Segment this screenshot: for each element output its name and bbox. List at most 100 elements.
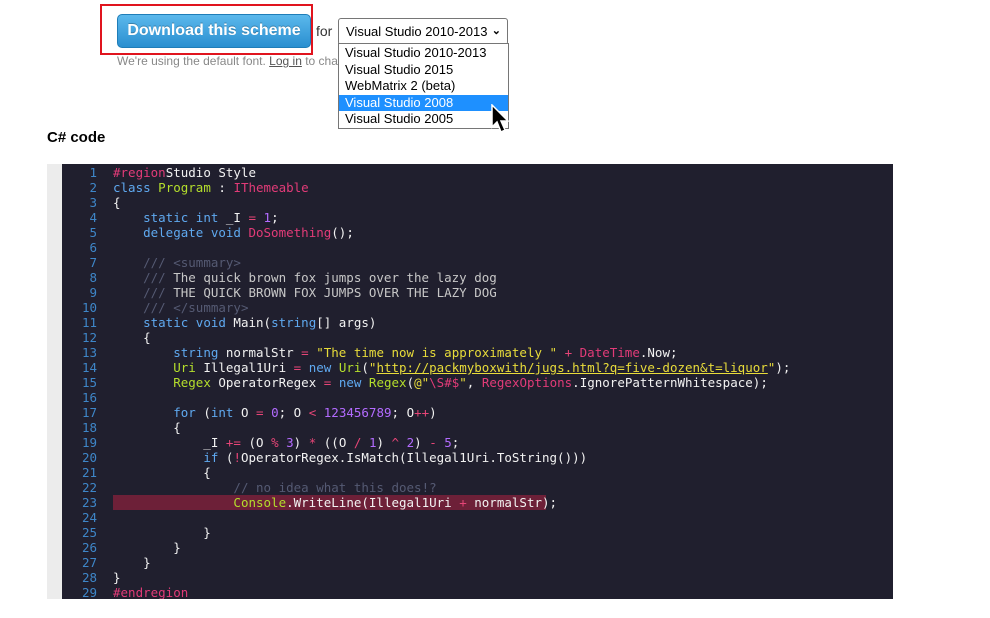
code-token: 5 <box>444 435 452 450</box>
code-token: THE QUICK BROWN FOX JUMPS OVER THE LAZY … <box>165 285 497 300</box>
dropdown-option[interactable]: Visual Studio 2015 <box>339 62 508 79</box>
code-line: 2 class Program : IThemeable <box>62 180 893 195</box>
code-text: if (!OperatorRegex.IsMatch(Illegal1Uri.T… <box>113 450 587 465</box>
code-token: + <box>564 345 573 360</box>
code-line: 24 <box>62 510 893 525</box>
code-line: 11 static void Main(string[] args) <box>62 315 893 330</box>
code-token: normalStr); <box>466 495 558 510</box>
code-line: 16 <box>62 390 893 405</box>
code-token: 2 <box>406 435 415 450</box>
code-token: = <box>248 210 257 225</box>
code-text: { <box>113 420 181 435</box>
code-token: int <box>210 405 234 420</box>
code-token: [] args) <box>316 315 377 330</box>
code-token: + <box>459 495 467 510</box>
line-number: 13 <box>81 345 97 360</box>
code-text: for (int O = 0; O < 123456789; O++) <box>113 405 436 420</box>
dropdown-option[interactable]: Visual Studio 2008 <box>339 94 508 111</box>
version-select[interactable]: Visual Studio 2010-2013 ⌄ <box>338 18 508 45</box>
code-token: } <box>113 555 151 570</box>
code-line: 12 { <box>62 330 893 345</box>
line-number: 1 <box>89 165 97 180</box>
code-token: ; <box>451 435 460 450</box>
code-token: static int <box>143 210 219 225</box>
line-number: 16 <box>81 390 97 405</box>
line-number: 14 <box>81 360 97 375</box>
line-number: 2 <box>89 180 97 195</box>
code-token: DoSomething <box>248 225 332 240</box>
line-number: 19 <box>81 435 97 450</box>
code-text: static void Main(string[] args) <box>113 315 376 330</box>
code-line: 21 { <box>62 465 893 480</box>
line-number: 26 <box>81 540 97 555</box>
code-text: } <box>113 525 211 540</box>
code-line: 5 delegate void DoSomething(); <box>62 225 893 240</box>
code-line: 9 /// THE QUICK BROWN FOX JUMPS OVER THE… <box>62 285 893 300</box>
code-text: #endregion <box>113 585 188 599</box>
code-token: ( <box>218 450 234 465</box>
code-token: static void <box>143 315 226 330</box>
font-note-text: We're using the default font. <box>117 54 266 68</box>
code-line: 8 /// The quick brown fox jumps over the… <box>62 270 893 285</box>
line-number: 5 <box>89 225 97 240</box>
line-number: 18 <box>81 420 97 435</box>
code-token: ++ <box>414 405 430 420</box>
line-number: 8 <box>89 270 97 285</box>
code-token: .IgnorePatternWhitespace); <box>572 375 768 390</box>
code-line: 10 /// </summary> <box>62 300 893 315</box>
code-token[interactable]: http://packmyboxwith/jugs.html?q=five-do… <box>376 360 767 375</box>
download-scheme-button[interactable]: Download this scheme <box>117 14 311 48</box>
code-line: 7 /// <summary> <box>62 255 893 270</box>
code-text: Uri Illegal1Uri = new Uri("http://packmy… <box>113 360 790 375</box>
code-token: #endregion <box>113 585 189 599</box>
code-token: for <box>173 405 196 420</box>
line-number: 21 <box>81 465 97 480</box>
code-token: new <box>338 375 362 390</box>
dropdown-option[interactable]: Visual Studio 2005 <box>339 111 508 128</box>
code-token: ) <box>414 435 430 450</box>
code-token: ^ <box>391 435 400 450</box>
line-number: 6 <box>89 240 97 255</box>
dropdown-option[interactable]: WebMatrix 2 (beta) <box>339 78 508 95</box>
line-number: 23 <box>81 495 97 510</box>
code-text: /// </summary> <box>113 300 248 315</box>
code-token: { <box>113 330 151 345</box>
version-dropdown-list[interactable]: Visual Studio 2010-2013 Visual Studio 201… <box>338 43 509 129</box>
line-number: 25 <box>81 525 97 540</box>
code-token: \S#$ <box>429 375 460 390</box>
code-token: - <box>429 435 437 450</box>
code-token: Regex <box>368 375 407 390</box>
code-token: _I <box>113 435 226 450</box>
font-note: We're using the default font. Log in to … <box>117 54 339 68</box>
code-text: Console.WriteLine(Illegal1Uri + normalSt… <box>113 495 557 510</box>
code-token: string <box>173 345 219 360</box>
dropdown-option[interactable]: Visual Studio 2010-2013 <box>339 45 508 62</box>
code-token: (); <box>331 225 354 240</box>
code-line: 29 #endregion <box>62 585 893 599</box>
code-token: ( <box>406 375 415 390</box>
code-text: } <box>113 570 121 585</box>
code-token: = <box>301 345 309 360</box>
login-link[interactable]: Log in <box>269 54 302 68</box>
font-note-suffix: to change it <box>305 54 339 68</box>
code-token: 123456789 <box>323 405 392 420</box>
code-token: Uri <box>173 360 196 375</box>
line-number: 24 <box>81 510 97 525</box>
for-label: for <box>316 23 333 39</box>
code-token: string <box>271 315 317 330</box>
